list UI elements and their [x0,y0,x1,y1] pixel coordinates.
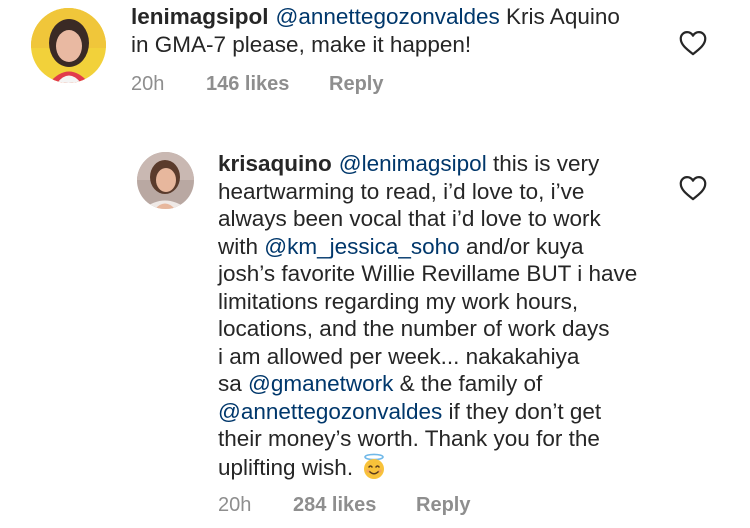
comment-text-segment: this is very [486,151,600,176]
comment-text-line: always been vocal that i’d love to work [218,206,601,231]
reply-button[interactable]: Reply [416,494,470,517]
comment-text: lenimagsipol @annettegozonvaldes Kris Aqu… [131,3,691,58]
smiling-face-with-halo-icon [361,453,387,487]
mention-link[interactable]: @annettegozonvaldes [276,4,500,29]
comment-text: krisaquino @lenimagsipol this is very hea… [218,150,678,486]
comment-text-line: limitations regarding my work hours, [218,288,579,314]
comment-meta: 20h 284 likes Reply [218,494,618,518]
comment-text-line: locations, and the number of work days [218,316,610,341]
comment-text-line: i am allowed per week... nakakahiya [218,343,580,369]
comment-meta: 20h 146 likes Reply [131,73,531,97]
comment-text-segment: sa [218,371,249,396]
heart-icon[interactable] [679,30,709,58]
comment-text-segment: & the family of [393,371,543,396]
comment-text-line: their money’s worth. Thank you for the [218,426,600,451]
reply-button[interactable]: Reply [329,73,383,96]
mention-link[interactable]: @km_jessica_soho [264,234,459,259]
comment-text-line: heartwarming to read, i’d love to, i’ve [218,178,585,204]
avatar-lenimagsipol[interactable] [31,8,106,83]
comment-username[interactable]: lenimagsipol [131,4,269,29]
likes-count[interactable]: 146 likes [206,73,289,96]
comment-lenimagsipol: lenimagsipol @annettegozonvaldes Kris Aqu… [0,0,750,110]
comment-text-segment: uplifting wish. [218,454,354,480]
comment-text-segment: and/or kuya [459,233,584,259]
mention-link[interactable]: @annettegozonvaldes [218,399,442,424]
comment-text-segment: if they don’t get [442,398,602,424]
comment-krisaquino: krisaquino @lenimagsipol this is very hea… [0,140,750,528]
heart-icon[interactable] [679,175,709,203]
likes-count[interactable]: 284 likes [293,494,376,517]
comment-text-segment: Kris Aquino [499,4,620,29]
mention-link[interactable]: @gmanetwork [248,371,393,396]
comment-username[interactable]: krisaquino [218,151,332,176]
avatar-krisaquino[interactable] [137,152,194,209]
comment-time: 20h [218,494,252,516]
comment-time: 20h [131,73,165,95]
comment-text-line: in GMA-7 please, make it happen! [131,31,472,57]
comment-text-segment: with [218,233,265,259]
comment-text-line: josh’s favorite Willie Revillame BUT i h… [218,261,638,286]
mention-link[interactable]: @lenimagsipol [339,151,487,176]
